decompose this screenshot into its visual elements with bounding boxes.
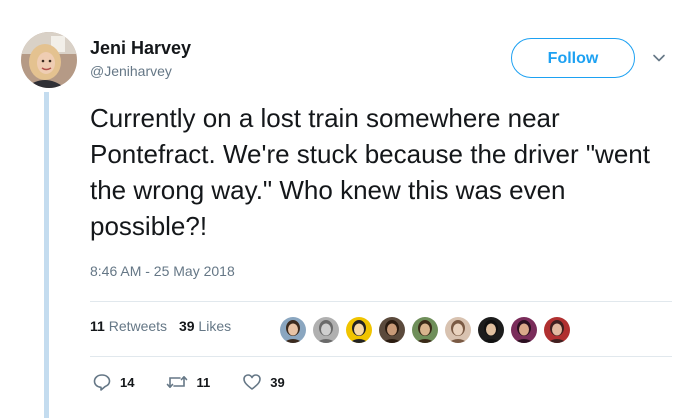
retweets-label: Retweets [108,318,168,334]
likes-count: 39 [178,318,195,334]
liker-avatar[interactable] [377,315,407,345]
more-options-chevron-icon[interactable] [651,50,667,66]
heart-icon [243,374,262,390]
retweet-count: 11 [196,374,211,390]
tweet-text: Currently on a lost train somewhere near… [90,103,650,241]
divider [90,356,672,357]
retweets-stat[interactable]: 11 Retweets [90,318,167,334]
reply-button[interactable]: 14 [92,372,134,392]
liker-avatar[interactable] [509,315,539,345]
tweet-actions: 14 11 39 [92,372,317,392]
liker-avatar[interactable] [311,315,341,345]
tweet-timestamp[interactable]: 8:46 AM - 25 May 2018 [90,263,235,279]
follow-button[interactable]: Follow [511,38,635,78]
reply-count: 14 [120,374,135,390]
divider [90,301,672,302]
reply-icon [93,374,111,391]
avatar[interactable] [21,32,77,88]
tweet-stats: 11 Retweets 39 Likes [90,318,239,334]
liker-avatar[interactable] [443,315,473,345]
like-button[interactable]: 39 [242,372,285,392]
retweet-icon [167,376,188,388]
liker-avatar[interactable] [410,315,440,345]
liker-avatar[interactable] [476,315,506,345]
liked-by-avatars [278,315,575,347]
author-handle[interactable]: @Jeniharvey [90,63,172,79]
liker-avatar[interactable] [542,315,572,345]
retweets-count: 11 [90,318,105,334]
like-count: 39 [270,374,285,390]
avatar-photo [21,32,77,88]
liker-avatar[interactable] [278,315,308,345]
conversation-thread-line [44,92,49,418]
retweet-button[interactable]: 11 [166,372,210,392]
likes-stat[interactable]: 39 Likes [179,318,231,334]
likes-label: Likes [198,318,232,334]
liker-avatar[interactable] [344,315,374,345]
author-name[interactable]: Jeni Harvey [90,38,191,59]
